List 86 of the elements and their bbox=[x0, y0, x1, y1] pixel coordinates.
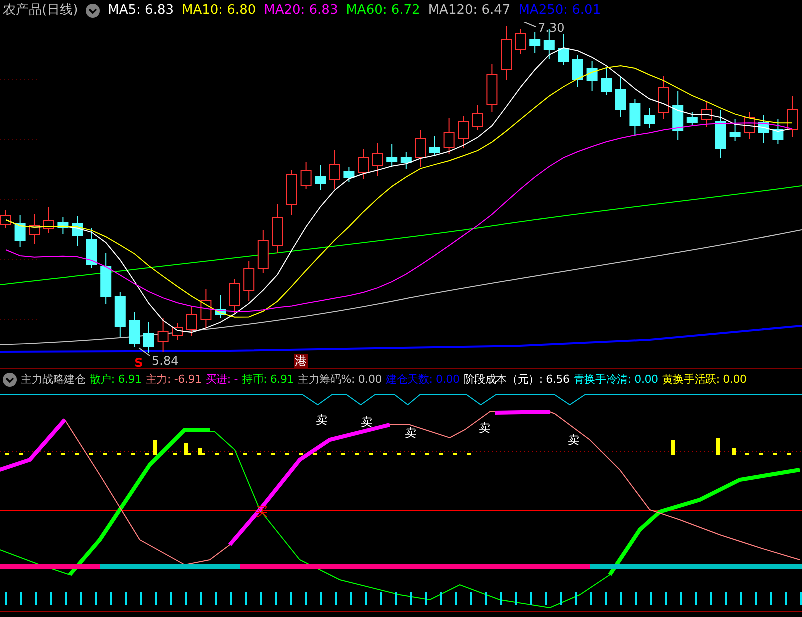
candlestick bbox=[486, 64, 498, 112]
candlestick bbox=[286, 170, 298, 216]
indicator-value: 阶段成本（元）: 6.56 bbox=[464, 372, 570, 387]
candlestick bbox=[615, 76, 626, 118]
candlestick bbox=[458, 116, 470, 149]
candlestick bbox=[415, 130, 426, 168]
indicator-value: 散户: 6.91 bbox=[90, 372, 142, 387]
indicator-value: 主力: -6.91 bbox=[146, 372, 202, 387]
candlestick bbox=[601, 67, 612, 96]
candlestick bbox=[644, 108, 655, 128]
candlestick bbox=[172, 322, 184, 340]
candlestick bbox=[258, 230, 269, 274]
candlestick bbox=[244, 260, 255, 302]
candlestick bbox=[630, 98, 641, 136]
ma-value: MA5: 6.83 bbox=[108, 3, 174, 19]
candlestick bbox=[372, 142, 384, 176]
candlestick bbox=[300, 162, 312, 190]
ma-value: MA60: 6.72 bbox=[346, 3, 420, 19]
event-mark: S bbox=[134, 356, 144, 368]
candlestick bbox=[787, 96, 798, 138]
main-force-rising-line bbox=[494, 410, 550, 415]
candlestick bbox=[215, 295, 226, 319]
candlestick bbox=[400, 152, 412, 170]
candlestick bbox=[658, 76, 670, 120]
ma-value: MA20: 6.83 bbox=[264, 3, 338, 19]
candlestick bbox=[558, 34, 570, 66]
candlestick bbox=[329, 150, 340, 190]
candlestick bbox=[386, 144, 398, 166]
candlestick bbox=[744, 112, 756, 140]
candlestick bbox=[686, 112, 698, 127]
candlestick bbox=[158, 318, 169, 352]
sell-signal: 卖 bbox=[405, 426, 417, 440]
sell-signal: 卖 bbox=[361, 415, 373, 429]
dropdown-icon[interactable] bbox=[86, 4, 100, 18]
candlestick bbox=[272, 204, 284, 254]
candlestick bbox=[114, 292, 126, 338]
candlestick bbox=[315, 165, 326, 191]
low-price-label: 5.84 bbox=[152, 354, 179, 368]
sell-signal: 卖 bbox=[568, 433, 580, 447]
indicator-value: 主力筹码%: 0.00 bbox=[298, 372, 382, 387]
candlestick bbox=[701, 102, 712, 128]
sell-signal: 卖 bbox=[316, 413, 328, 427]
event-tag: 港 bbox=[294, 354, 308, 368]
candlestick bbox=[586, 60, 598, 92]
ma-value: MA250: 6.01 bbox=[518, 3, 602, 19]
candlestick bbox=[0, 210, 12, 229]
ma-value: MA10: 6.80 bbox=[182, 3, 256, 19]
candlestick bbox=[344, 166, 355, 182]
candlestick bbox=[144, 322, 154, 354]
indicator-value: 买进: - bbox=[206, 372, 238, 387]
candlestick bbox=[14, 215, 26, 248]
indicator-value: 持币: 6.91 bbox=[242, 372, 294, 387]
candlestick bbox=[186, 306, 198, 337]
candlestick bbox=[444, 118, 455, 155]
candlestick bbox=[58, 217, 69, 235]
indicator-value: 黄换手活跃: 0.00 bbox=[662, 372, 747, 387]
sell-signal: 卖 bbox=[479, 421, 491, 435]
candlestick bbox=[86, 228, 98, 269]
high-price-label: 7.30 bbox=[538, 22, 565, 35]
chart-title: 农产品(日线) bbox=[3, 3, 78, 19]
dropdown-icon[interactable] bbox=[3, 372, 17, 386]
candlestick bbox=[758, 114, 770, 144]
ma-value: MA120: 6.47 bbox=[428, 3, 511, 19]
candlestick bbox=[716, 110, 726, 159]
candlestick bbox=[515, 28, 526, 54]
candlestick bbox=[229, 278, 240, 314]
candlestick bbox=[772, 118, 784, 144]
candlestick bbox=[29, 214, 40, 245]
candlestick bbox=[501, 26, 512, 80]
candlestick bbox=[200, 289, 212, 330]
candlestick bbox=[100, 252, 112, 304]
candlestick bbox=[358, 149, 369, 180]
candlestick bbox=[430, 136, 440, 157]
candlestick bbox=[672, 91, 684, 141]
candlestick bbox=[472, 105, 484, 131]
candlestick bbox=[72, 216, 83, 246]
main-force-rising-line bbox=[0, 418, 66, 472]
buy-signal: 买 bbox=[256, 505, 268, 519]
indicator-title: 主力战略建仓 bbox=[21, 372, 86, 387]
candlestick bbox=[572, 54, 584, 88]
candlestick bbox=[730, 118, 741, 142]
indicator-value: 青换手冷清: 0.00 bbox=[574, 372, 658, 387]
indicator-value: 建仓天数: 0.00 bbox=[386, 372, 460, 387]
candlestick bbox=[43, 206, 54, 234]
candlestick bbox=[129, 312, 140, 348]
candlestick bbox=[530, 32, 541, 54]
